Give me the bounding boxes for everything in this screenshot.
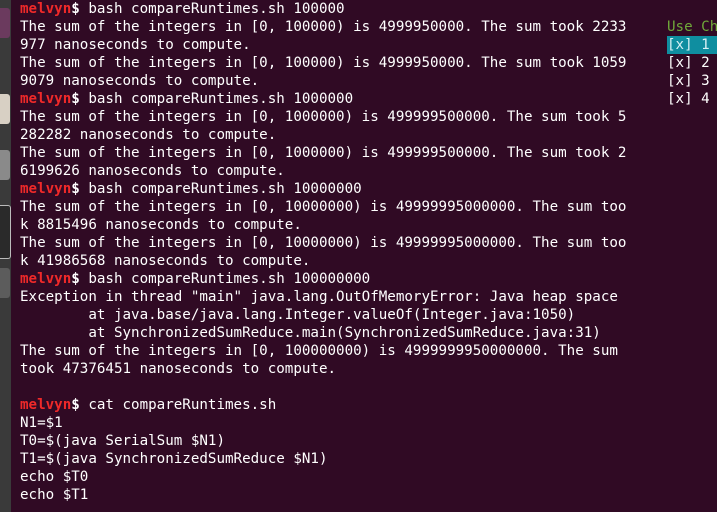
launcher-app-icon[interactable] [0, 94, 10, 124]
output-line: 977 nanoseconds to compute. [20, 37, 251, 53]
launcher-bar [0, 0, 11, 512]
prompt-line: melvyn$ bash compareRuntimes.sh 10000000 [20, 180, 662, 198]
side-panel-item[interactable]: [x] 4 [667, 90, 717, 108]
command-text: bash compareRuntimes.sh 10000000 [79, 181, 362, 197]
output-line: k 8815496 nanoseconds to compute. [20, 217, 302, 233]
prompt-line: melvyn$ bash compareRuntimes.sh 100000 [20, 0, 662, 18]
side-panel-header: Use Ch [667, 19, 717, 35]
side-panel-item[interactable]: [x] 2 [667, 54, 717, 72]
launcher-app-icon[interactable] [0, 268, 10, 298]
output-line: at java.base/java.lang.Integer.valueOf(I… [20, 307, 576, 323]
prompt-username: melvyn [20, 397, 72, 413]
prompt-line: melvyn$ bash compareRuntimes.sh 10000000… [20, 270, 662, 288]
output-line: echo $T1 [20, 487, 89, 503]
output-line: The sum of the integers in [0, 1000000) … [20, 145, 627, 161]
side-panel-item-label: 2 [692, 55, 710, 71]
side-panel-item-label: 3 [692, 73, 710, 89]
output-line: The sum of the integers in [0, 1000000) … [20, 109, 627, 125]
prompt-username: melvyn [20, 271, 72, 287]
output-line: 9079 nanoseconds to compute. [20, 73, 260, 89]
checkbox-marker[interactable]: [x] [667, 73, 693, 89]
launcher-app-icon[interactable] [0, 150, 10, 180]
checkbox-marker[interactable]: [x] [667, 55, 693, 71]
checkbox-marker[interactable]: [x] [667, 37, 693, 53]
prompt-symbol: $ [71, 181, 80, 197]
output-line: 6199626 nanoseconds to compute. [20, 163, 285, 179]
output-line: The sum of the integers in [0, 10000000)… [20, 235, 627, 251]
prompt-username: melvyn [20, 181, 72, 197]
output-line: N1=$1 [20, 415, 63, 431]
prompt-line: melvyn$ cat compareRuntimes.sh [20, 396, 662, 414]
prompt-username: melvyn [20, 1, 72, 17]
output-line: The sum of the integers in [0, 100000) i… [20, 55, 627, 71]
prompt-symbol: $ [71, 271, 80, 287]
output-line: at SynchronizedSumReduce.main(Synchroniz… [20, 325, 601, 341]
prompt-symbol: $ [71, 1, 80, 17]
prompt-symbol: $ [71, 91, 80, 107]
prompt-username: melvyn [20, 91, 72, 107]
command-text: bash compareRuntimes.sh 100000 [79, 1, 345, 17]
output-line: 282282 nanoseconds to compute. [20, 127, 277, 143]
side-panel-item[interactable]: [x] 1 [667, 36, 717, 54]
command-text: bash compareRuntimes.sh 1000000 [79, 91, 354, 107]
side-panel-item-label: 1 [692, 37, 710, 53]
side-panel-item-label: 4 [692, 91, 710, 107]
output-line: took 47376451 nanoseconds to compute. [20, 361, 337, 377]
output-line: The sum of the integers in [0, 100000000… [20, 343, 618, 359]
terminal-output[interactable]: melvyn$ bash compareRuntimes.sh 100000 Th… [20, 0, 662, 512]
checkbox-marker[interactable]: [x] [667, 91, 693, 107]
side-panel-item[interactable]: [x] 3 [667, 72, 717, 90]
output-line: The sum of the integers in [0, 10000000)… [20, 199, 627, 215]
output-line: The sum of the integers in [0, 100000) i… [20, 19, 627, 35]
command-text: bash compareRuntimes.sh 100000000 [79, 271, 371, 287]
side-panel: Use Ch [x] 1 [x] 2 [x] 3 [x] 4 [667, 18, 717, 512]
launcher-terminal-icon[interactable] [0, 205, 11, 259]
output-line: Exception in thread "main" java.lang.Out… [20, 289, 618, 305]
output-line: T0=$(java SerialSum $N1) [20, 433, 225, 449]
command-text: cat compareRuntimes.sh [79, 397, 277, 413]
launcher-app-icon[interactable] [0, 8, 10, 38]
output-line: echo $T0 [20, 469, 89, 485]
output-line: k 41986568 nanoseconds to compute. [20, 253, 311, 269]
output-line: T1=$(java SynchronizedSumReduce $N1) [20, 451, 328, 467]
prompt-line: melvyn$ bash compareRuntimes.sh 1000000 [20, 90, 662, 108]
prompt-symbol: $ [71, 397, 80, 413]
